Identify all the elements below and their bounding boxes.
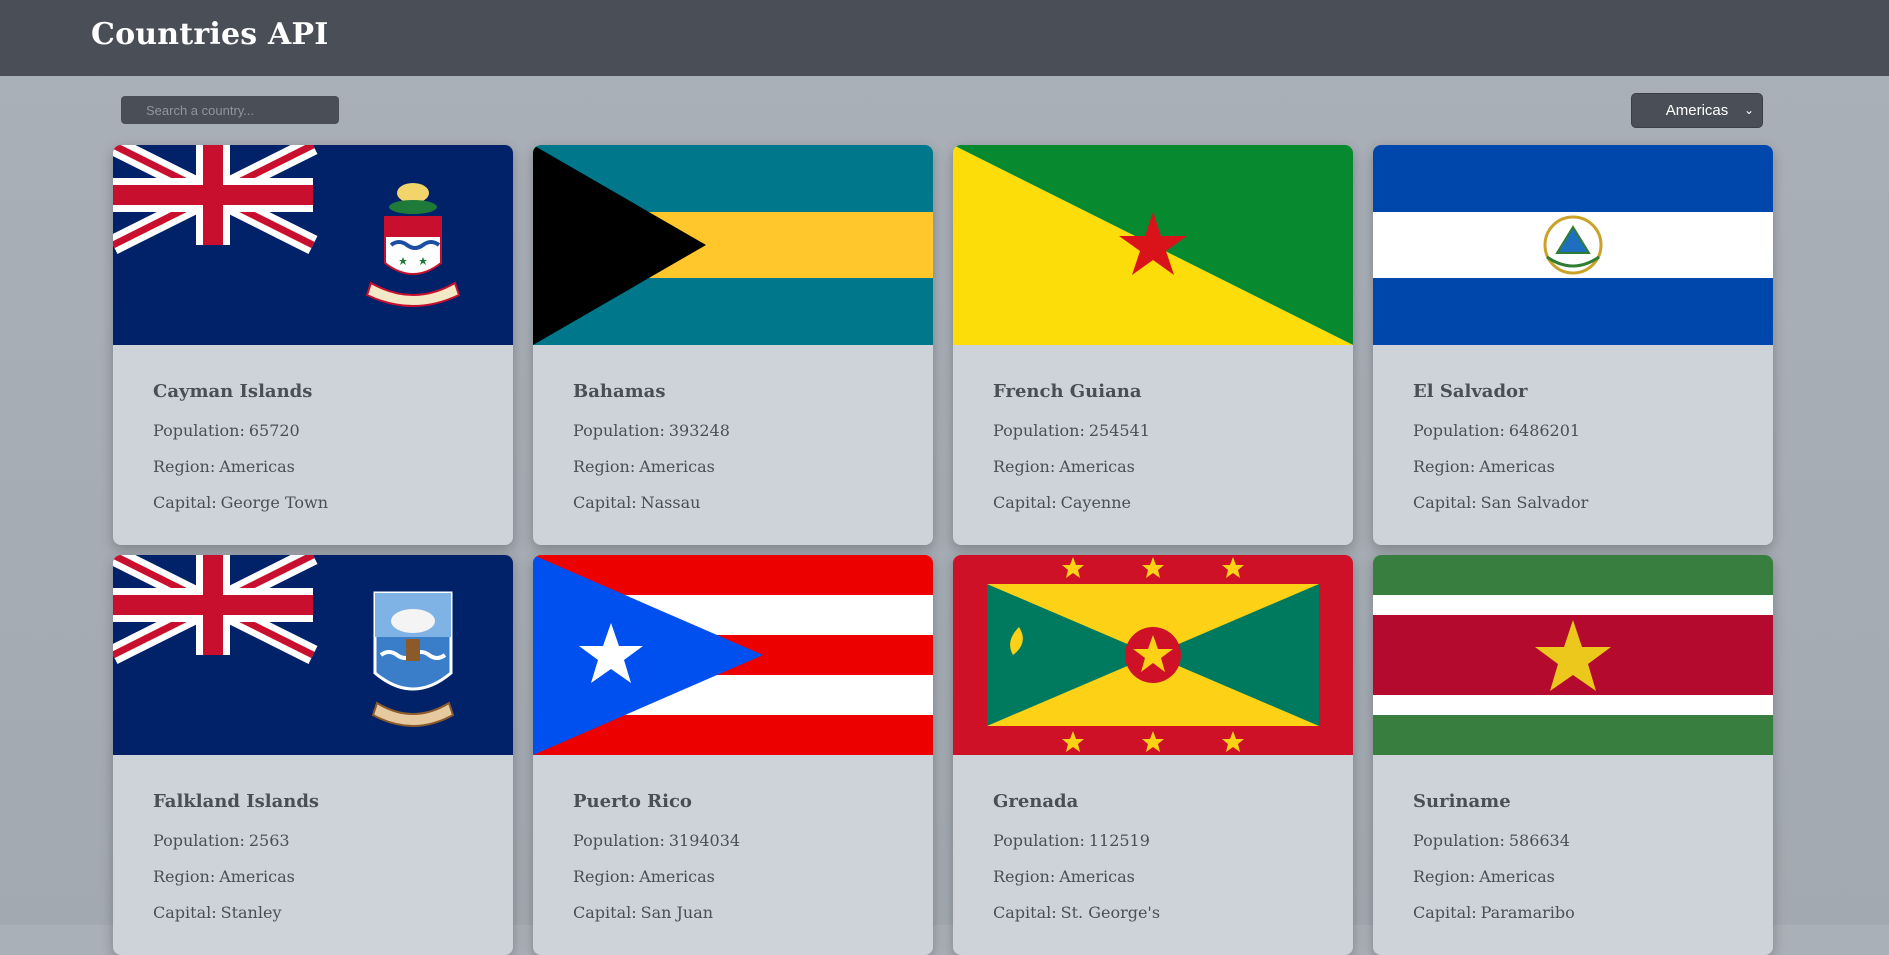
region-row: Region: Americas xyxy=(993,457,1135,476)
capital-value: Cayenne xyxy=(1060,493,1131,512)
population-value: 65720 xyxy=(248,421,300,440)
capital-row: Capital: San Juan xyxy=(573,903,714,922)
population-row: Population: 2563 xyxy=(153,831,290,850)
region-row: Region: Americas xyxy=(1413,457,1555,476)
population-row: Population: 254541 xyxy=(993,421,1150,440)
region-value: Americas xyxy=(639,457,715,476)
country-card[interactable]: French Guiana Population: 254541 Region: A… xyxy=(953,145,1353,545)
region-row: Region: Americas xyxy=(1413,867,1555,886)
population-value: 254541 xyxy=(1088,421,1150,440)
region-value: Americas xyxy=(1479,867,1555,886)
population-value: 6486201 xyxy=(1508,421,1581,440)
country-name: Grenada xyxy=(993,791,1079,812)
country-card[interactable]: Grenada Population: 112519 Region: America… xyxy=(953,555,1353,955)
capital-value: Paramaribo xyxy=(1480,903,1575,922)
country-card[interactable]: Bahamas Population: 393248 Region: America… xyxy=(533,145,933,545)
region-row: Region: Americas xyxy=(573,867,715,886)
region-row: Region: Americas xyxy=(153,457,295,476)
region-value: Americas xyxy=(1059,867,1135,886)
region-value: Americas xyxy=(639,867,715,886)
country-name: Falkland Islands xyxy=(153,791,320,812)
falkland-islands-flag-icon xyxy=(113,555,513,755)
capital-value: St. George's xyxy=(1060,903,1161,922)
french-guiana-flag-icon xyxy=(953,145,1353,345)
country-card[interactable]: El Salvador Population: 6486201 Region: Am… xyxy=(1373,145,1773,545)
capital-row: Capital: Cayenne xyxy=(993,493,1131,512)
country-name: Bahamas xyxy=(573,381,666,402)
population-row: Population: 6486201 xyxy=(1413,421,1581,440)
country-name: Cayman Islands xyxy=(153,381,313,402)
region-value: Americas xyxy=(1479,457,1555,476)
capital-row: Capital: San Salvador xyxy=(1413,493,1589,512)
capital-row: Capital: Stanley xyxy=(153,903,282,922)
country-name: Suriname xyxy=(1413,791,1511,812)
bahamas-flag-icon xyxy=(533,145,933,345)
region-row: Region: Americas xyxy=(993,867,1135,886)
country-card[interactable]: Suriname Population: 586634 Region: Americ… xyxy=(1373,555,1773,955)
grenada-flag-icon xyxy=(953,555,1353,755)
country-name: Puerto Rico xyxy=(573,791,692,812)
chevron-down-icon: ⌄ xyxy=(1743,103,1754,117)
capital-value: San Juan xyxy=(640,903,714,922)
population-value: 393248 xyxy=(668,421,730,440)
country-name: French Guiana xyxy=(993,381,1142,402)
region-value: Americas xyxy=(1059,457,1135,476)
search-input[interactable] xyxy=(121,96,339,124)
country-card[interactable]: Cayman Islands Population: 65720 Region: A… xyxy=(113,145,513,545)
population-row: Population: 112519 xyxy=(993,831,1150,850)
population-value: 586634 xyxy=(1508,831,1570,850)
puerto-rico-flag-icon xyxy=(533,555,933,755)
region-filter-value: Americas xyxy=(1665,102,1729,119)
cayman-islands-flag-icon xyxy=(113,145,513,345)
population-row: Population: 393248 xyxy=(573,421,730,440)
population-value: 3194034 xyxy=(668,831,741,850)
population-row: Population: 65720 xyxy=(153,421,300,440)
region-value: Americas xyxy=(219,457,295,476)
region-value: Americas xyxy=(219,867,295,886)
capital-value: Stanley xyxy=(220,903,282,922)
population-row: Population: 586634 xyxy=(1413,831,1570,850)
population-value: 112519 xyxy=(1088,831,1150,850)
capital-value: San Salvador xyxy=(1480,493,1589,512)
region-row: Region: Americas xyxy=(153,867,295,886)
el-salvador-flag-icon xyxy=(1373,145,1773,345)
population-row: Population: 3194034 xyxy=(573,831,741,850)
app-title: Countries API xyxy=(91,17,329,52)
country-card[interactable]: Puerto Rico Population: 3194034 Region: Am… xyxy=(533,555,933,955)
suriname-flag-icon xyxy=(1373,555,1773,755)
capital-row: Capital: St. George's xyxy=(993,903,1161,922)
region-filter-select[interactable]: Americas ⌄ xyxy=(1631,93,1763,128)
country-name: El Salvador xyxy=(1413,381,1528,402)
capital-value: George Town xyxy=(220,493,329,512)
population-value: 2563 xyxy=(248,831,290,850)
capital-value: Nassau xyxy=(640,493,701,512)
capital-row: Capital: Nassau xyxy=(573,493,701,512)
capital-row: Capital: George Town xyxy=(153,493,329,512)
country-card[interactable]: Falkland Islands Population: 2563 Region:… xyxy=(113,555,513,955)
app-header: Countries API xyxy=(0,0,1889,76)
capital-row: Capital: Paramaribo xyxy=(1413,903,1575,922)
region-row: Region: Americas xyxy=(573,457,715,476)
